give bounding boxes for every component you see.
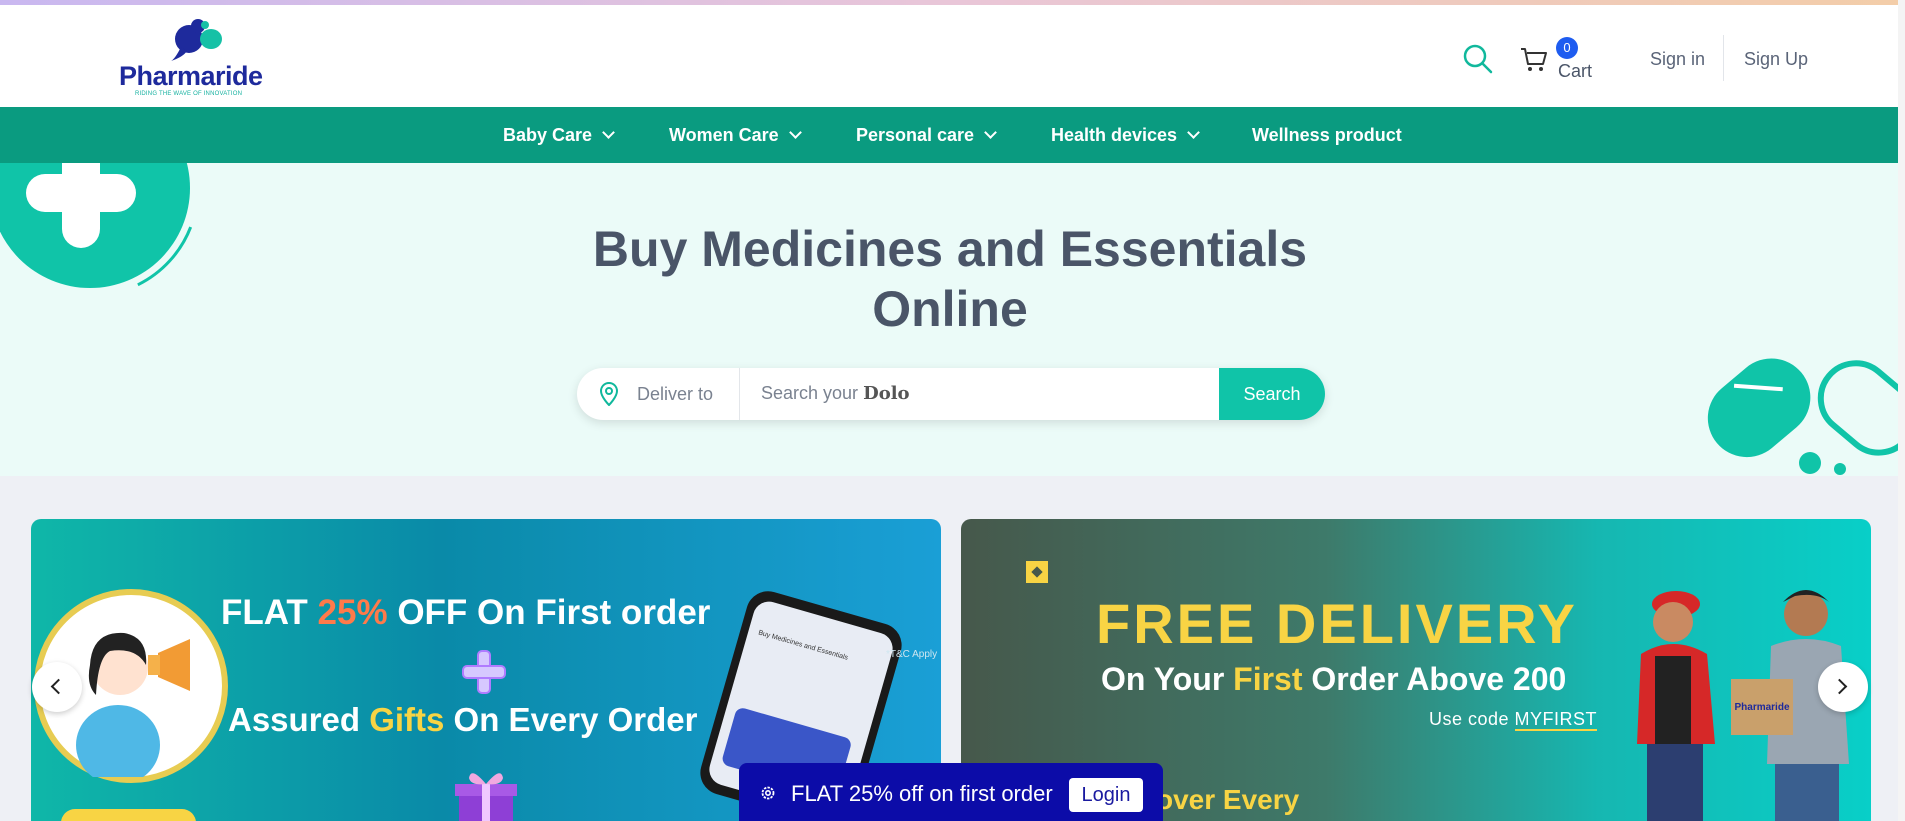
chevron-down-icon (788, 126, 802, 139)
cart-icon (1521, 48, 1547, 71)
site-header: Pharmaride RIDING THE WAVE OF INNOVATION… (0, 5, 1905, 107)
banner1-subline-a: Assured (228, 701, 370, 738)
free-delivery-subline: On Your First Order Above 200 (1101, 661, 1566, 698)
nav-item-label: Health devices (1051, 125, 1178, 145)
cart-count-badge: 0 (1556, 37, 1578, 59)
scrollbar-track[interactable] (1898, 0, 1905, 821)
carousel-next-button[interactable] (1818, 662, 1868, 712)
search-placeholder-word: Dolo (863, 383, 910, 404)
banner1-headline-b: OFF On First order (387, 593, 711, 632)
svg-text:Pharmaride: Pharmaride (1734, 702, 1789, 713)
banner2-sub-accent: First (1233, 661, 1303, 697)
search-icon[interactable] (1462, 43, 1494, 75)
nav-item-label: Personal care (856, 125, 975, 145)
promo-bar-text: FLAT 25% off on first order (791, 781, 1053, 806)
banner1-headline-accent: 25% (317, 593, 388, 632)
nav-item-label: Women Care (669, 125, 779, 145)
banner1-subline: Assured Gifts On Every Order (228, 701, 698, 739)
logo-text: Pharmaride (119, 61, 263, 91)
hero-title-line1: Buy Medicines and Essentials (592, 221, 1308, 277)
gift-box-icon (455, 773, 517, 821)
hero-title-line2: Online (872, 281, 1028, 337)
location-pin-icon[interactable] (599, 382, 619, 406)
sign-in-link[interactable]: Sign in (1650, 49, 1705, 70)
chevron-left-icon (50, 678, 67, 695)
nav-item-personal-care[interactable]: Personal care (856, 107, 997, 163)
banner2-sub-b: Order Above 200 (1302, 661, 1567, 697)
header-divider (1723, 35, 1724, 81)
first-order-promo-bar: FLAT 25% off on first order Login (739, 763, 1163, 821)
cart-button[interactable]: 0 Cart (1520, 33, 1600, 83)
logo[interactable]: Pharmaride RIDING THE WAVE OF INNOVATION (115, 17, 275, 101)
search-divider (739, 368, 740, 420)
nav-item-women-care[interactable]: Women Care (669, 107, 802, 163)
sign-up-link[interactable]: Sign Up (1744, 49, 1808, 70)
gear-icon (761, 786, 775, 800)
free-delivery-headline: FREE DELIVERY (1096, 592, 1578, 655)
login-button[interactable]: Login (1069, 778, 1143, 812)
chevron-down-icon (984, 126, 997, 139)
pill-capsule-decoration-icon (1707, 358, 1905, 475)
banner1-headline-a: FLAT (221, 593, 318, 632)
nav-item-label: Wellness product (1252, 125, 1402, 145)
banner2-sub-a: On Your (1101, 661, 1234, 697)
nav-item-health-devices[interactable]: Health devices (1051, 107, 1200, 163)
banner1-subline-b: On Every Order (444, 701, 698, 738)
deliver-to-field[interactable]: Deliver to (637, 384, 713, 405)
banner1-cta-pill[interactable] (61, 809, 196, 821)
hero-section: Buy Medicines and Essentials Online Deli… (0, 163, 1905, 476)
promo-code-prefix: Use code (1429, 709, 1515, 729)
medical-plus-decoration-icon (0, 163, 200, 298)
terms-apply-note: *T&C Apply (886, 649, 938, 660)
chevron-right-icon (1831, 678, 1848, 695)
hero-title: Buy Medicines and Essentials Online (540, 219, 1360, 339)
nav-item-label: Baby Care (503, 125, 593, 145)
banner2-bottom-text: over Every (1156, 784, 1300, 815)
banner1-subline-accent: Gifts (369, 701, 445, 738)
promo-code: MYFIRST (1514, 709, 1598, 731)
cart-label: Cart (1558, 61, 1593, 81)
nav-item-wellness-product[interactable]: Wellness product (1252, 107, 1402, 163)
search-button[interactable]: Search (1219, 368, 1325, 420)
promo-code-line: Use code MYFIRST (1429, 709, 1598, 731)
banner1-headline: FLAT 25% OFF On First order (221, 593, 710, 633)
search-placeholder-prefix: Search your (761, 383, 859, 403)
chevron-down-icon (1187, 126, 1200, 139)
category-nav: Baby Care Women Care Personal care Healt… (0, 107, 1905, 163)
logo-tagline: RIDING THE WAVE OF INNOVATION (135, 91, 243, 97)
nav-item-baby-care[interactable]: Baby Care (503, 107, 615, 163)
phone-screen-title: Buy Medicines and Essentials (757, 629, 849, 662)
logo-mark-icon (171, 19, 222, 61)
diamond-icon (1026, 561, 1048, 583)
glowing-plus-icon (462, 650, 506, 694)
carousel-prev-button[interactable] (32, 662, 82, 712)
medicine-search-bar: Deliver to Search your Dolo Search (577, 368, 1325, 420)
chevron-down-icon (602, 126, 615, 139)
search-input[interactable]: Search your Dolo (761, 383, 910, 404)
